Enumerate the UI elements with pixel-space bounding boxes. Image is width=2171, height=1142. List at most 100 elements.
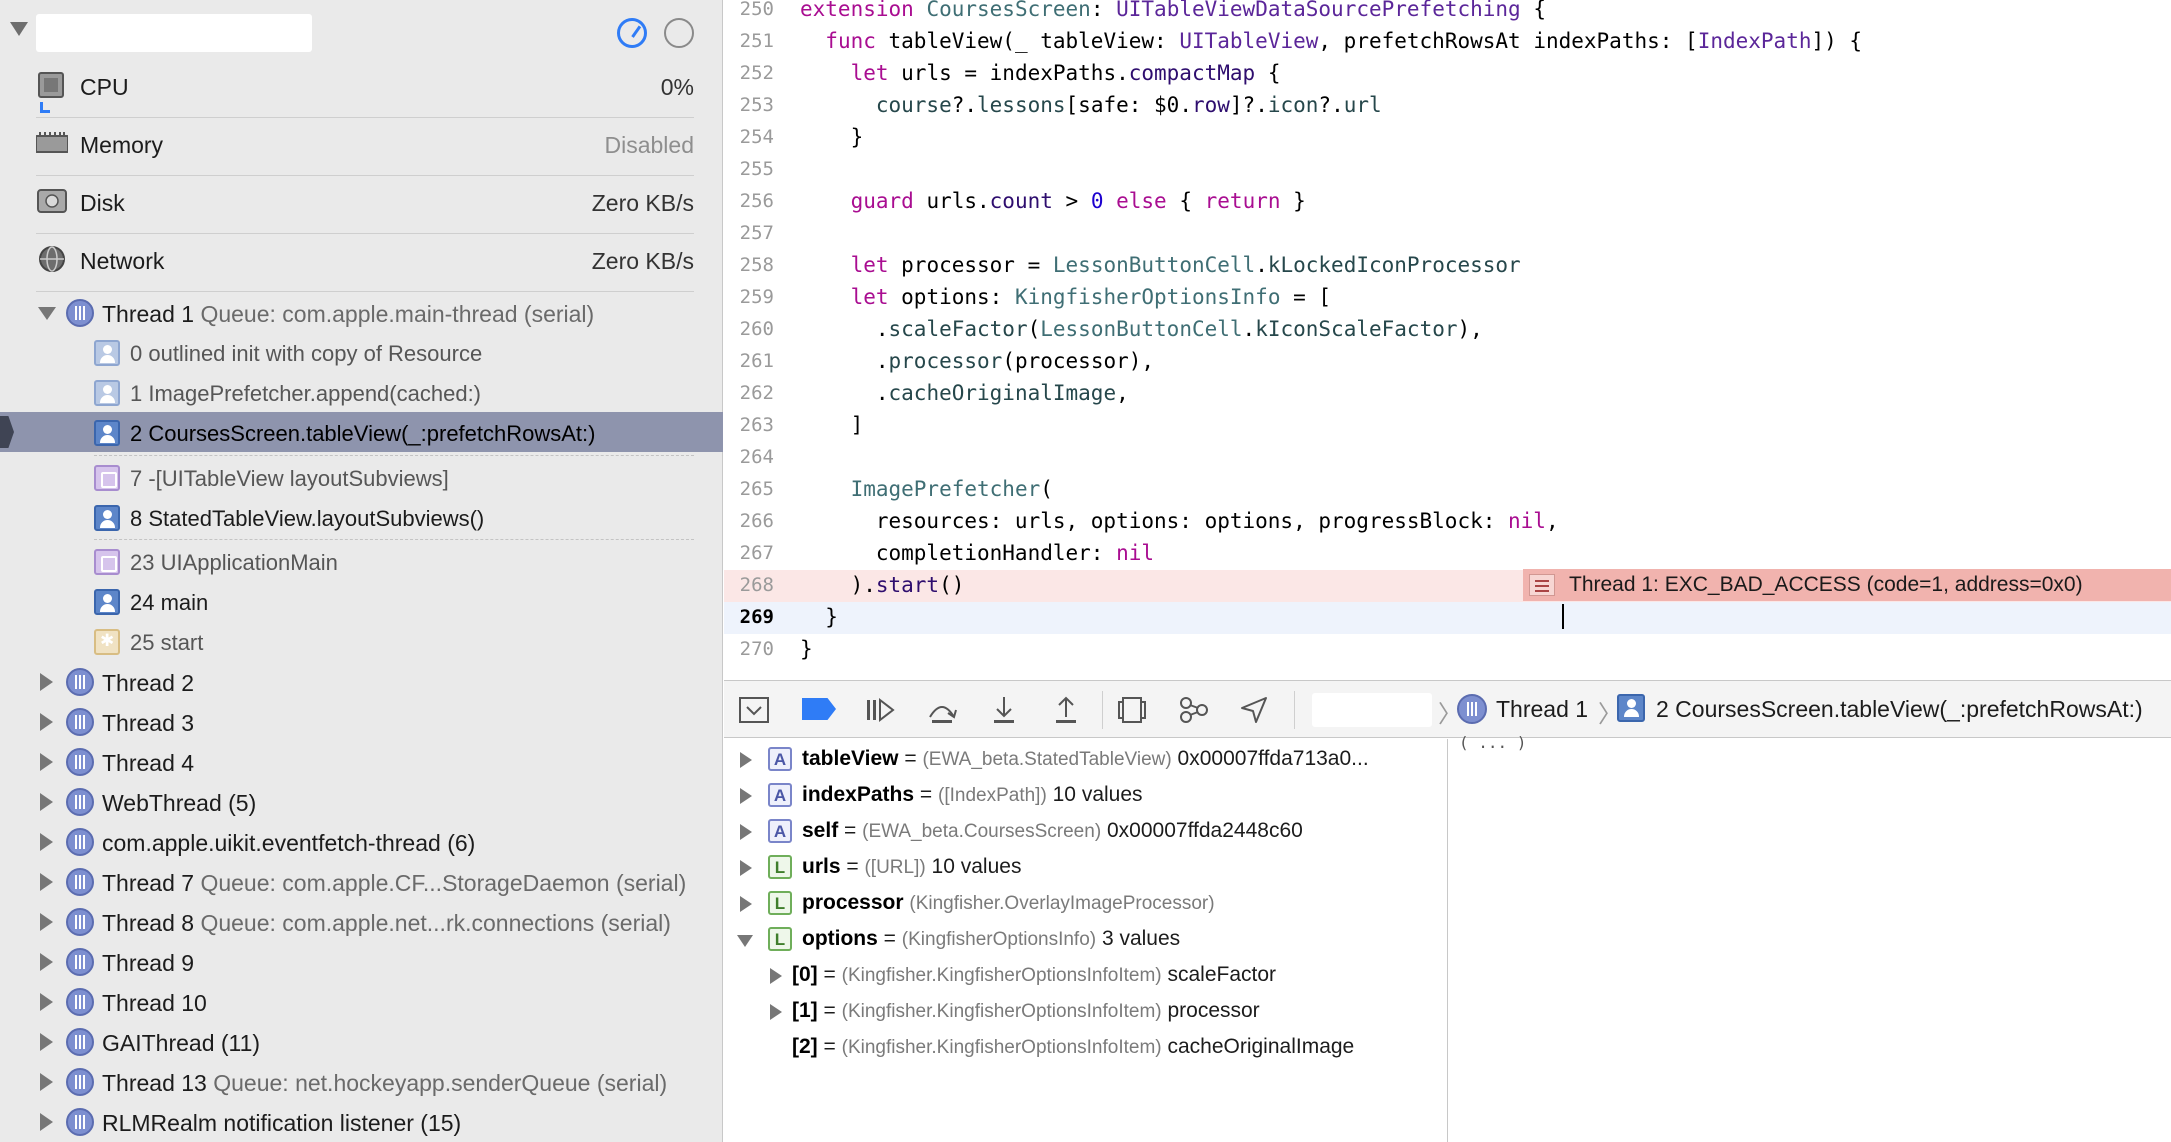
thread-queue: Queue: com.apple.net...rk.connections (s…: [200, 910, 671, 936]
breadcrumb-thread[interactable]: Thread 1: [1496, 696, 1588, 723]
issue-list-icon[interactable]: [1529, 574, 1555, 596]
variable-row[interactable]: A self = (EWA_beta.CoursesScreen) 0x0000…: [724, 813, 1448, 849]
code-line[interactable]: 264: [724, 442, 2171, 474]
thread-row[interactable]: RLMRealm notification listener (15): [0, 1101, 723, 1141]
simulate-location-icon[interactable]: [1238, 695, 1270, 725]
variable-row-child[interactable]: [1] = (Kingfisher.KingfisherOptionsInfoI…: [724, 993, 1448, 1029]
stack-frame-row[interactable]: 1 ImagePrefetcher.append(cached:): [0, 372, 723, 412]
stack-frame-row[interactable]: 25 start: [0, 621, 723, 661]
expand-triangle-icon[interactable]: [40, 833, 53, 851]
expand-triangle-icon[interactable]: [40, 913, 53, 931]
expand-triangle-icon[interactable]: [770, 968, 782, 984]
expand-triangle-icon[interactable]: [740, 896, 752, 912]
thread-row[interactable]: Thread 2: [0, 661, 723, 701]
expand-triangle-icon[interactable]: [40, 1033, 53, 1051]
expand-triangle-icon[interactable]: [40, 793, 53, 811]
code-line[interactable]: 256 guard urls.count > 0 else { return }: [724, 186, 2171, 218]
code-line[interactable]: 253 course?.lessons[safe: $0.row]?.icon?…: [724, 90, 2171, 122]
memory-graph-icon[interactable]: [1178, 695, 1210, 725]
variable-row-child[interactable]: [0] = (Kingfisher.KingfisherOptionsInfoI…: [724, 957, 1448, 993]
expand-triangle-icon[interactable]: [740, 752, 752, 768]
gauge-toggle-icon[interactable]: [617, 18, 647, 48]
thread-name: Thread 9: [102, 950, 195, 976]
continue-icon[interactable]: [864, 695, 896, 725]
thread-icon: [66, 948, 94, 976]
code-line-current[interactable]: 269 }: [724, 602, 2171, 634]
expand-triangle-icon[interactable]: [40, 1073, 53, 1091]
expand-triangle-icon[interactable]: [40, 1113, 53, 1131]
code-line[interactable]: 263 ]: [724, 410, 2171, 442]
expand-triangle-icon[interactable]: [40, 873, 53, 891]
expand-triangle-icon[interactable]: [40, 953, 53, 971]
variables-view[interactable]: A tableView = (EWA_beta.StatedTableView)…: [724, 739, 1448, 1142]
variable-row[interactable]: L options = (KingfisherOptionsInfo) 3 va…: [724, 921, 1448, 957]
expand-triangle-icon[interactable]: [740, 860, 752, 876]
breakpoints-toggle-icon[interactable]: [802, 698, 836, 720]
thread-row[interactable]: Thread 9: [0, 941, 723, 981]
thread-row[interactable]: Thread 13 Queue: net.hockeyapp.senderQue…: [0, 1061, 723, 1101]
expand-triangle-icon[interactable]: [740, 824, 752, 840]
stack-frame-row[interactable]: 8 StatedTableView.layoutSubviews(): [0, 497, 723, 537]
gauge-cpu[interactable]: CPU 0%: [36, 60, 694, 116]
code-line[interactable]: 262 .cacheOriginalImage,: [724, 378, 2171, 410]
code-line[interactable]: 267 completionHandler: nil: [724, 538, 2171, 570]
gauge-network[interactable]: Network Zero KB/s: [36, 234, 694, 290]
collapse-triangle-icon[interactable]: [38, 307, 56, 320]
gauge-value: Zero KB/s: [591, 190, 694, 216]
error-annotation[interactable]: Thread 1: EXC_BAD_ACCESS (code=1, addres…: [1523, 569, 2171, 601]
code-line[interactable]: 270}: [724, 634, 2171, 666]
thread-filter-icon[interactable]: [664, 18, 694, 48]
process-name-field[interactable]: [36, 14, 312, 52]
variable-row[interactable]: L urls = ([URL]) 10 values: [724, 849, 1448, 885]
expand-triangle-icon[interactable]: [770, 1004, 782, 1020]
expand-triangle-icon[interactable]: [740, 788, 752, 804]
variable-row[interactable]: A tableView = (EWA_beta.StatedTableView)…: [724, 741, 1448, 777]
source-editor[interactable]: 250 extension CoursesScreen: UITableViewD…: [724, 0, 2171, 680]
expand-triangle-icon[interactable]: [40, 713, 53, 731]
stack-frame-row[interactable]: 7 -[UITableView layoutSubviews]: [0, 457, 723, 497]
process-selector[interactable]: [1312, 693, 1432, 727]
thread-row[interactable]: Thread 3: [0, 701, 723, 741]
step-over-icon[interactable]: [926, 695, 958, 725]
collapse-triangle-icon[interactable]: [10, 22, 28, 36]
variable-row[interactable]: A indexPaths = ([IndexPath]) 10 values: [724, 777, 1448, 813]
code-line[interactable]: 251 func tableView(_ tableView: UITableV…: [724, 26, 2171, 58]
hide-debug-area-icon[interactable]: [738, 695, 770, 725]
code-line[interactable]: 257: [724, 218, 2171, 250]
thread-row[interactable]: Thread 8 Queue: com.apple.net...rk.conne…: [0, 901, 723, 941]
code-line[interactable]: 260 .scaleFactor(LessonButtonCell.kIconS…: [724, 314, 2171, 346]
code-line[interactable]: 265 ImagePrefetcher(: [724, 474, 2171, 506]
thread-row[interactable]: Thread 10: [0, 981, 723, 1021]
variable-row[interactable]: L processor (Kingfisher.OverlayImageProc…: [724, 885, 1448, 921]
console-output[interactable]: ( ... ): [1449, 733, 2171, 1142]
expand-triangle-icon[interactable]: [40, 993, 53, 1011]
code-line[interactable]: 252 let urls = indexPaths.compactMap {: [724, 58, 2171, 90]
code-line[interactable]: 255: [724, 154, 2171, 186]
thread-row[interactable]: WebThread (5): [0, 781, 723, 821]
thread-row[interactable]: Thread 4: [0, 741, 723, 781]
breadcrumb-frame[interactable]: 2 CoursesScreen.tableView(_:prefetchRows…: [1656, 696, 2143, 723]
code-line[interactable]: 261 .processor(processor),: [724, 346, 2171, 378]
code-line[interactable]: 258 let processor = LessonButtonCell.kLo…: [724, 250, 2171, 282]
view-hierarchy-icon[interactable]: [1116, 695, 1148, 725]
step-out-icon[interactable]: [1050, 695, 1082, 725]
stack-frame-row-selected[interactable]: 2 CoursesScreen.tableView(_:prefetchRows…: [0, 412, 723, 452]
thread-row[interactable]: Thread 1 Queue: com.apple.main-thread (s…: [0, 292, 723, 332]
expand-triangle-icon[interactable]: [40, 673, 53, 691]
code-line[interactable]: 254 }: [724, 122, 2171, 154]
collapse-triangle-icon[interactable]: [737, 935, 753, 947]
thread-row[interactable]: Thread 7 Queue: com.apple.CF...StorageDa…: [0, 861, 723, 901]
stack-frame-row[interactable]: 23 UIApplicationMain: [0, 541, 723, 581]
code-line[interactable]: 266 resources: urls, options: options, p…: [724, 506, 2171, 538]
stack-frame-row[interactable]: 0 outlined init with copy of Resource: [0, 332, 723, 372]
gauge-disk[interactable]: Disk Zero KB/s: [36, 176, 694, 232]
expand-triangle-icon[interactable]: [40, 753, 53, 771]
stack-frame-row[interactable]: 24 main: [0, 581, 723, 621]
gauge-memory[interactable]: Memory Disabled: [36, 118, 694, 174]
variable-row-child[interactable]: [2] = (Kingfisher.KingfisherOptionsInfoI…: [724, 1029, 1448, 1065]
thread-row[interactable]: GAIThread (11): [0, 1021, 723, 1061]
step-into-icon[interactable]: [988, 695, 1020, 725]
code-line[interactable]: 250 extension CoursesScreen: UITableViewD…: [724, 0, 2171, 26]
code-line[interactable]: 259 let options: KingfisherOptionsInfo =…: [724, 282, 2171, 314]
thread-row[interactable]: com.apple.uikit.eventfetch-thread (6): [0, 821, 723, 861]
